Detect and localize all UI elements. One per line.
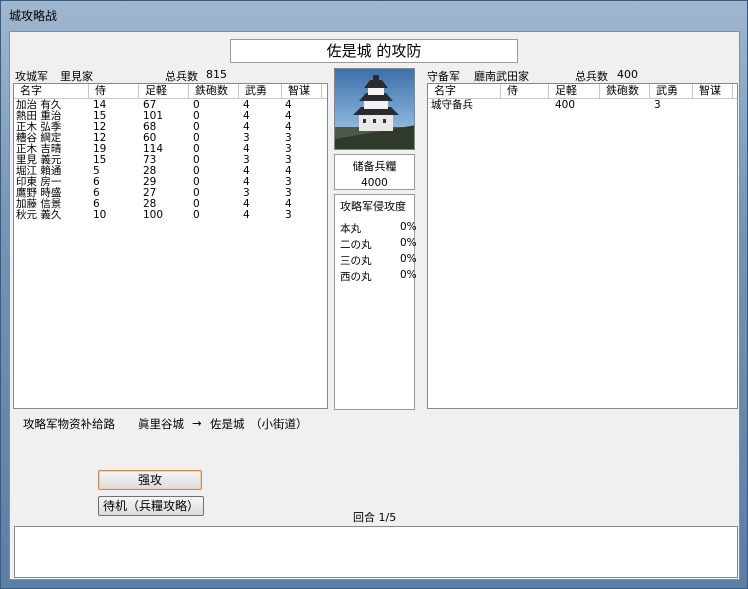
wait-siege-button[interactable]: 待机（兵糧攻略） [98,496,204,516]
attacker-list-header: 名字 侍 足軽 鉄砲数 武勇 智谋 [14,84,327,99]
col-header-name[interactable]: 名字 [14,84,89,99]
supply-route-from: 眞里谷城 [138,417,184,431]
invasion-area-name: 三の丸 [340,255,372,267]
invasion-label: 攻略军侵攻度 [340,200,406,213]
col-header-samurai[interactable]: 侍 [89,84,139,99]
defender-unit-list[interactable]: 名字 侍 足軽 鉄砲数 武勇 智谋 城守备兵 400 3 [427,83,738,409]
castle-icon [335,75,414,149]
defender-list-header: 名字 侍 足軽 鉄砲数 武勇 智谋 [428,84,737,99]
table-row[interactable]: 城守备兵 400 3 [428,100,737,111]
invasion-area-name: 二の丸 [340,239,372,251]
invasion-area-name: 西の丸 [340,271,372,283]
col-header-guns[interactable]: 鉄砲数 [600,84,650,99]
col-header-name[interactable]: 名字 [428,84,501,99]
table-cell: 3 [654,99,661,111]
castle-image [334,68,415,150]
col-header-wisdom[interactable]: 智谋 [693,84,733,99]
col-header-valor[interactable]: 武勇 [239,84,282,99]
table-cell: 城守备兵 [431,99,473,111]
col-header-ashigaru[interactable]: 足軽 [139,84,189,99]
col-header-valor[interactable]: 武勇 [650,84,693,99]
table-cell: 100 [143,209,164,221]
message-box [14,526,738,578]
invasion-progress-box: 攻略军侵攻度 本丸 0% 二の丸 0% 三の丸 0% 西の丸 0% [334,194,417,410]
supply-route-label: 攻略军物资补给路 [23,417,115,431]
supply-route-arrow: → [192,416,202,430]
table-cell: 0 [193,209,200,221]
table-row[interactable]: 秋元 義久 10 100 0 4 3 [14,210,327,221]
defender-label: 守备军 [427,70,460,83]
col-header-guns[interactable]: 鉄砲数 [189,84,239,99]
attacker-label: 攻城军 [15,70,48,83]
attacker-unit-list[interactable]: 名字 侍 足軽 鉄砲数 武勇 智谋 加治 有久 14 67 0 4 4 熱田 重治 15 101… [13,83,328,409]
invasion-area-value: 0% [400,237,417,249]
battle-title: 佐是城 的攻防 [230,39,518,63]
attacker-total-label: 总兵数 [165,70,198,83]
food-stock-box: 储备兵糧 4000 [334,154,415,190]
defender-total: 400 [617,68,638,81]
supply-route-to: 佐是城 [210,417,245,431]
window-title: 城攻略战 [9,9,58,23]
invasion-area-value: 0% [400,269,417,281]
col-header-filler [733,84,737,99]
battle-window: 城攻略战 佐是城 的攻防 攻城军 里見家 总兵数 815 守备军 廳南武田家 总… [0,0,748,589]
col-header-ashigaru[interactable]: 足軽 [549,84,600,99]
table-cell: 400 [555,99,576,111]
attacker-total: 815 [206,68,227,81]
col-header-samurai[interactable]: 侍 [501,84,549,99]
table-cell: 10 [93,209,107,221]
food-stock-value: 4000 [361,177,388,189]
food-stock-label: 储备兵糧 [352,160,397,173]
assault-button[interactable]: 强攻 [98,470,202,490]
invasion-area-value: 0% [400,221,417,233]
table-cell: 秋元 義久 [16,209,62,221]
defender-total-label: 总兵数 [575,70,608,83]
client-area: 佐是城 的攻防 攻城军 里見家 总兵数 815 守备军 廳南武田家 总兵数 40… [9,31,740,580]
turn-counter: 回合 1/5 [353,511,397,524]
supply-route-road: （小街道） [250,417,308,431]
invasion-area-value: 0% [400,253,417,265]
table-cell: 3 [285,209,292,221]
attacker-clan: 里見家 [60,70,93,83]
invasion-area-name: 本丸 [340,223,361,235]
col-header-wisdom[interactable]: 智谋 [282,84,322,99]
defender-clan: 廳南武田家 [474,70,529,83]
table-cell: 4 [243,209,250,221]
col-header-filler [322,84,327,99]
